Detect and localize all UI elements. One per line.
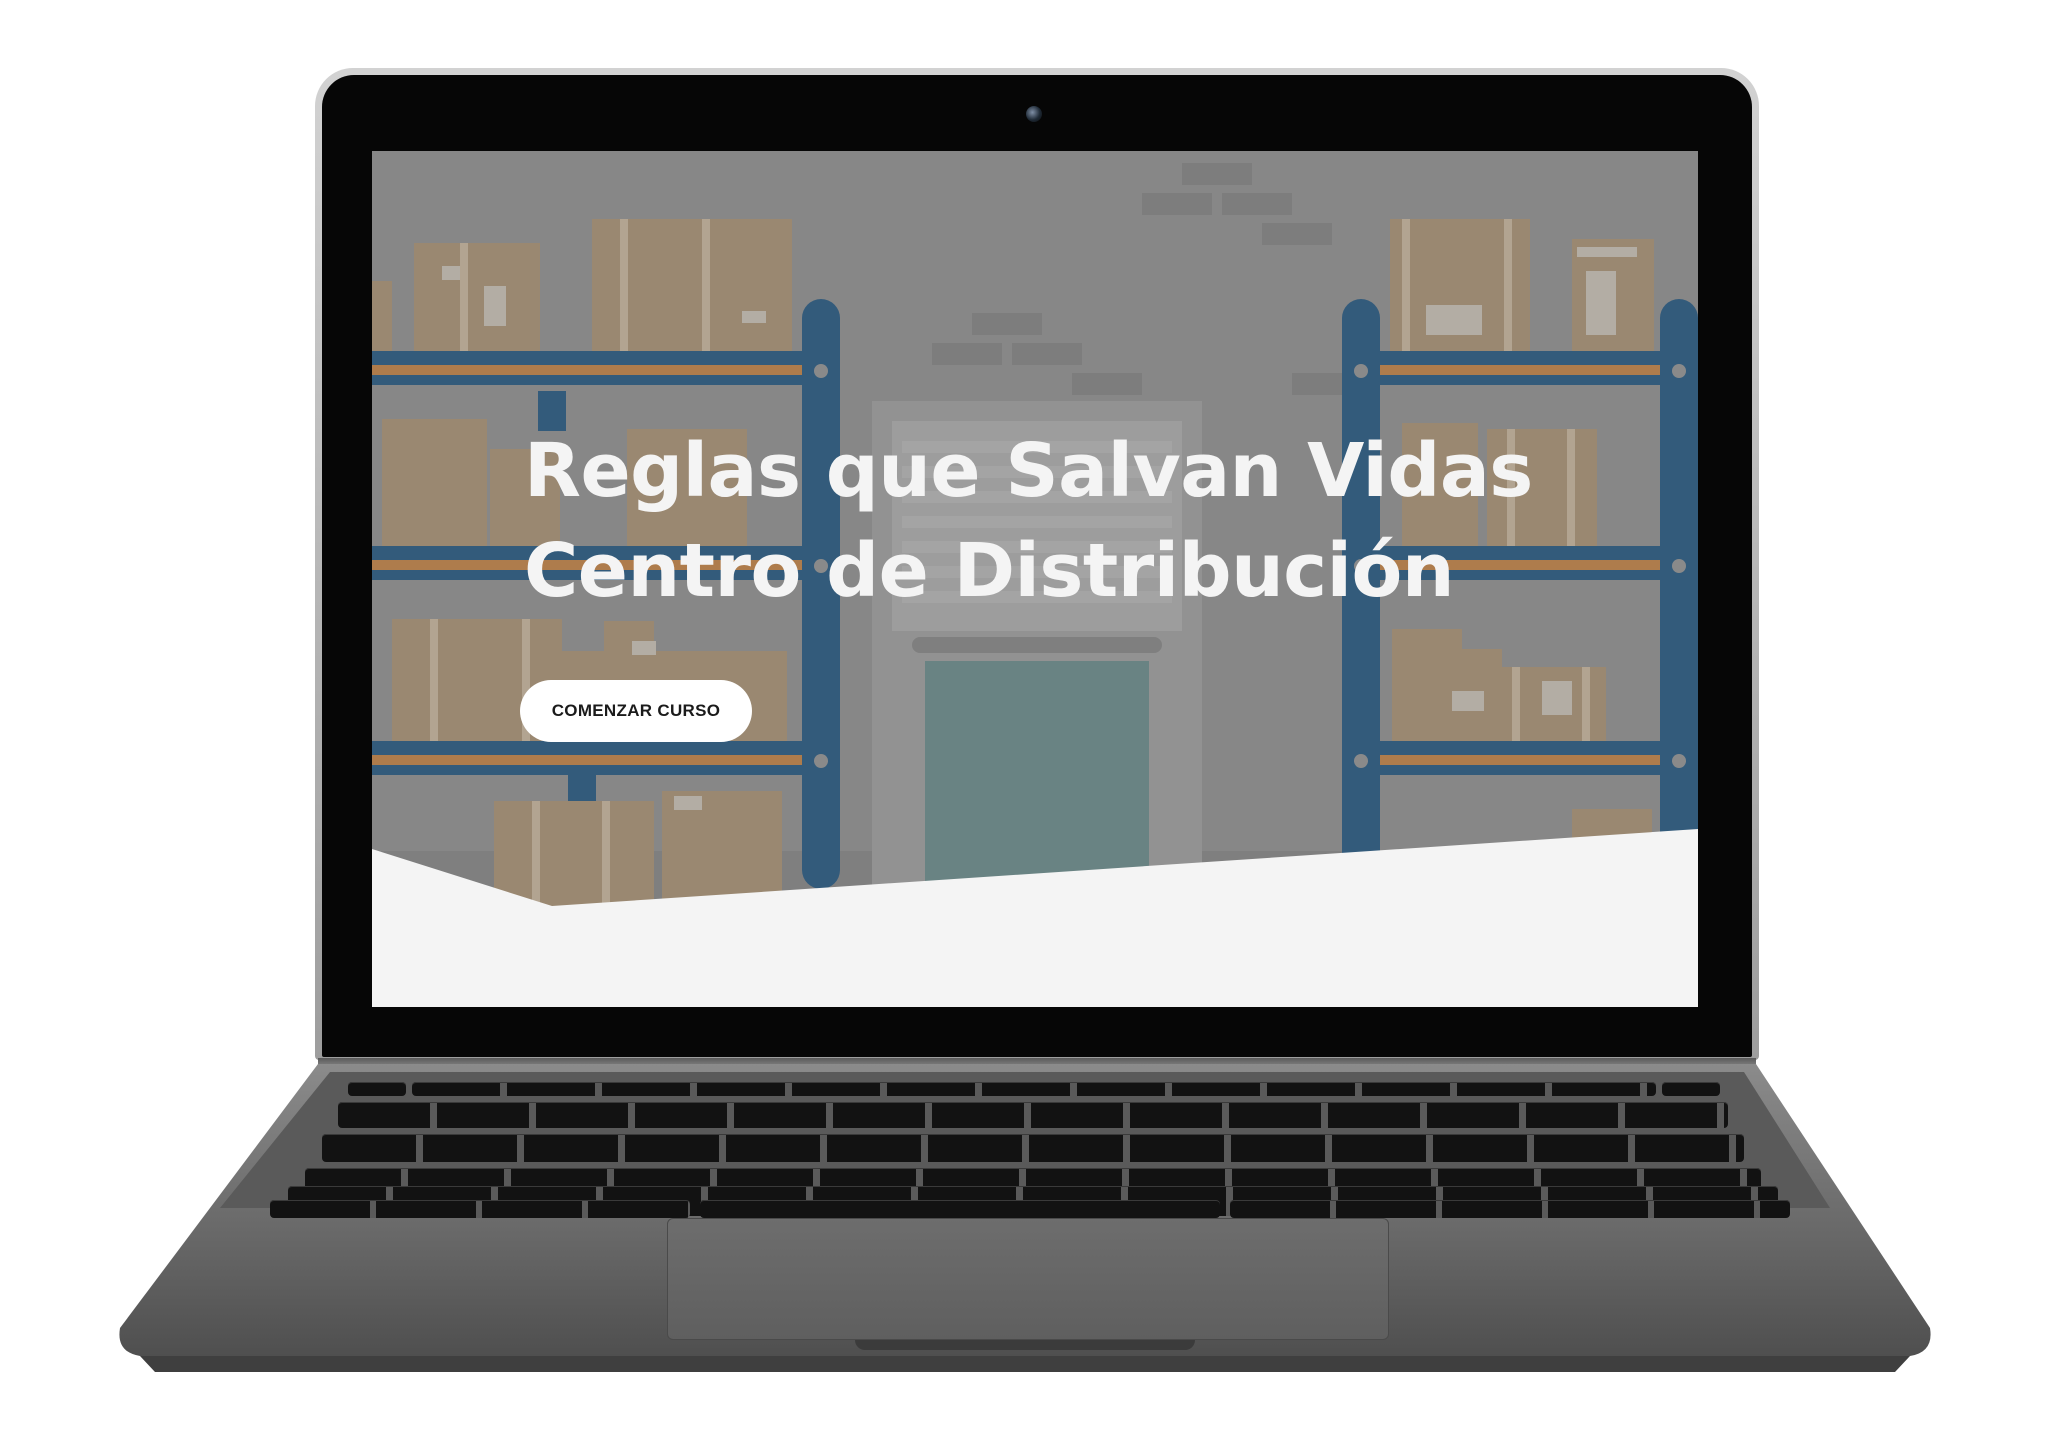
key <box>1230 1200 1790 1218</box>
key <box>270 1200 690 1218</box>
front-notch <box>855 1340 1195 1350</box>
key <box>348 1082 406 1096</box>
laptop-mockup: Reglas que Salvan Vidas Centro de Distri… <box>0 0 2048 1452</box>
key <box>412 1082 1656 1096</box>
key <box>338 1102 1728 1128</box>
key <box>1662 1082 1720 1096</box>
key <box>322 1134 1744 1162</box>
trackpad <box>667 1218 1389 1340</box>
space-key <box>700 1200 1220 1218</box>
